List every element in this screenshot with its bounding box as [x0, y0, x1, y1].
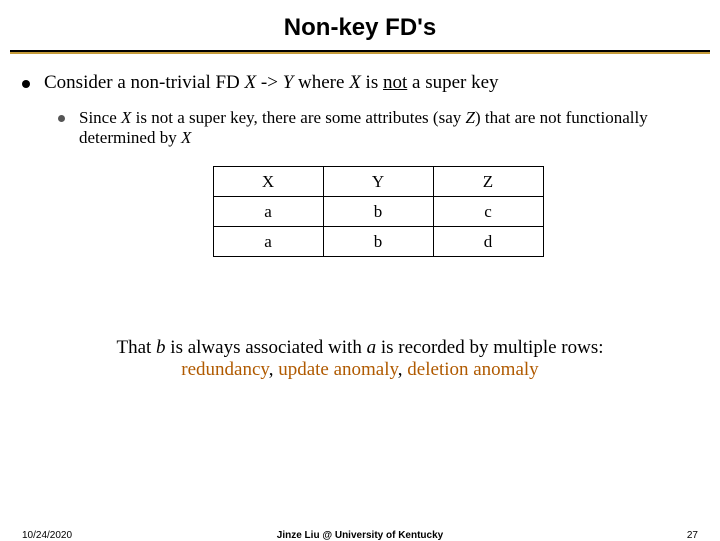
table-row: X Y Z [213, 167, 543, 197]
closing-text: That b is always associated with a is re… [0, 337, 720, 381]
bullet-icon [58, 115, 65, 122]
table-row: a b c [213, 197, 543, 227]
table-cell: a [213, 197, 323, 227]
footer-page: 27 [687, 530, 698, 541]
bullet-icon [22, 80, 30, 88]
table-row: a b d [213, 227, 543, 257]
table-header: Y [323, 167, 433, 197]
bullet-item-2: Since X is not a super key, there are so… [58, 108, 698, 148]
fd-table: X Y Z a b c a b d [213, 166, 544, 257]
bullet-item-1: Consider a non-trivial FD X -> Y where X… [22, 72, 698, 94]
table-cell: a [213, 227, 323, 257]
table-header: X [213, 167, 323, 197]
table-cell: c [433, 197, 543, 227]
slide-content: Consider a non-trivial FD X -> Y where X… [0, 72, 720, 257]
bullet-text-2: Since X is not a super key, there are so… [79, 108, 698, 148]
sub-bullet-wrap: Since X is not a super key, there are so… [58, 108, 698, 257]
table-cell: b [323, 227, 433, 257]
bullet-text-1: Consider a non-trivial FD X -> Y where X… [44, 72, 499, 94]
table-header: Z [433, 167, 543, 197]
page-title: Non-key FD's [0, 0, 720, 50]
table-cell: d [433, 227, 543, 257]
title-underline [10, 50, 710, 54]
footer-credit: Jinze Liu @ University of Kentucky [277, 530, 443, 541]
table-cell: b [323, 197, 433, 227]
footer-date: 10/24/2020 [22, 530, 72, 541]
